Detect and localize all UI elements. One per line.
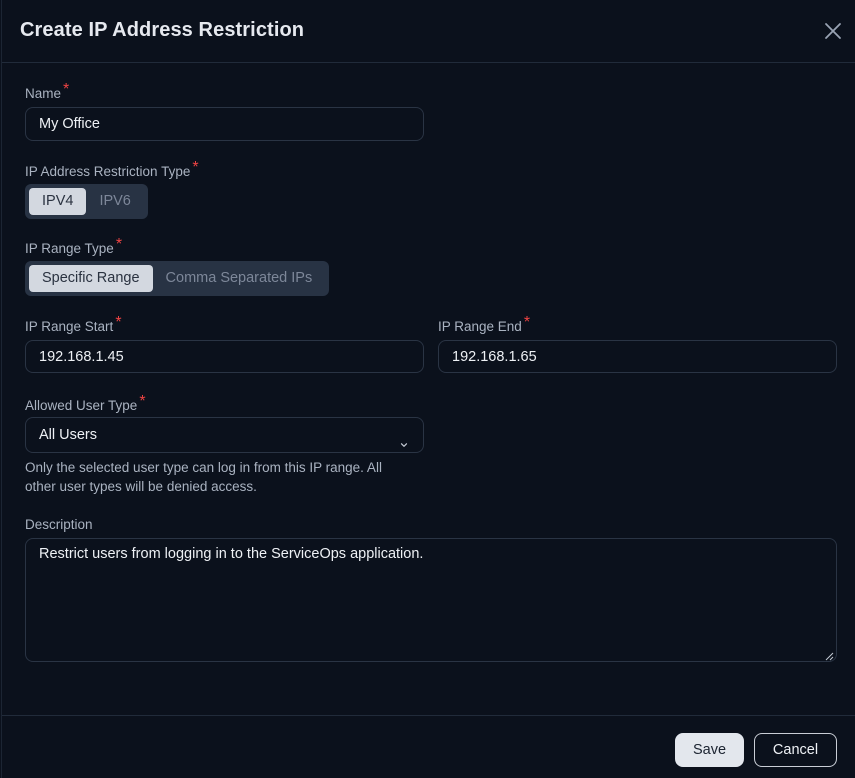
range-end-input[interactable] [438, 340, 837, 373]
cancel-button[interactable]: Cancel [754, 733, 837, 767]
option-specific-range[interactable]: Specific Range [29, 265, 153, 292]
range-end-label-text: IP Range End [438, 319, 522, 334]
allowed-user-type-label-text: Allowed User Type [25, 398, 138, 413]
range-type-label-text: IP Range Type [25, 241, 114, 256]
allowed-user-type-select[interactable]: All Users [25, 417, 424, 453]
dialog-header: Create IP Address Restriction [2, 0, 855, 63]
help-line-2: other user types will be denied access. [25, 479, 257, 494]
range-start-input[interactable] [25, 340, 424, 373]
name-input[interactable] [25, 107, 424, 141]
required-asterisk: * [523, 314, 531, 331]
option-ipv6[interactable]: IPV6 [86, 188, 143, 215]
option-ipv4[interactable]: IPV4 [29, 188, 87, 215]
required-asterisk: * [63, 81, 70, 98]
description-label: Description [25, 517, 93, 532]
range-type-toggle: Specific Range Comma Separated IPs [25, 261, 330, 296]
option-comma-separated-ips[interactable]: Comma Separated IPs [153, 265, 326, 292]
required-asterisk: * [115, 236, 123, 253]
restriction-type-label: IP Address Restriction Type * [25, 159, 199, 181]
restriction-type-label-text: IP Address Restriction Type [25, 164, 191, 179]
description-textarea[interactable]: Restrict users from logging in to the Se… [25, 538, 837, 662]
allowed-user-type-label: Allowed User Type * [25, 393, 146, 415]
restriction-type-toggle: IPV4 IPV6 [25, 184, 148, 219]
help-line-1: Only the selected user type can log in f… [25, 460, 382, 475]
allowed-user-type-value: All Users [39, 427, 98, 443]
dialog-footer: Save Cancel [2, 715, 855, 778]
range-end-label: IP Range End * [438, 314, 530, 336]
range-type-label: IP Range Type * [25, 236, 122, 258]
name-label: Name * [25, 81, 69, 103]
required-asterisk: * [115, 314, 122, 331]
name-label-text: Name [25, 86, 62, 101]
dialog-title: Create IP Address Restriction [20, 19, 305, 41]
range-start-label-text: IP Range Start [25, 319, 114, 334]
close-icon[interactable] [822, 20, 844, 42]
resize-handle-icon[interactable] [824, 648, 834, 666]
required-asterisk: * [192, 159, 199, 176]
save-button[interactable]: Save [675, 733, 744, 767]
required-asterisk: * [139, 393, 146, 410]
create-ip-restriction-dialog: Create IP Address Restriction Name* IP A… [1, 0, 855, 778]
allowed-user-type-help: Only the selected user type can log in f… [25, 458, 425, 496]
range-start-label: IP Range Start * [25, 314, 122, 336]
